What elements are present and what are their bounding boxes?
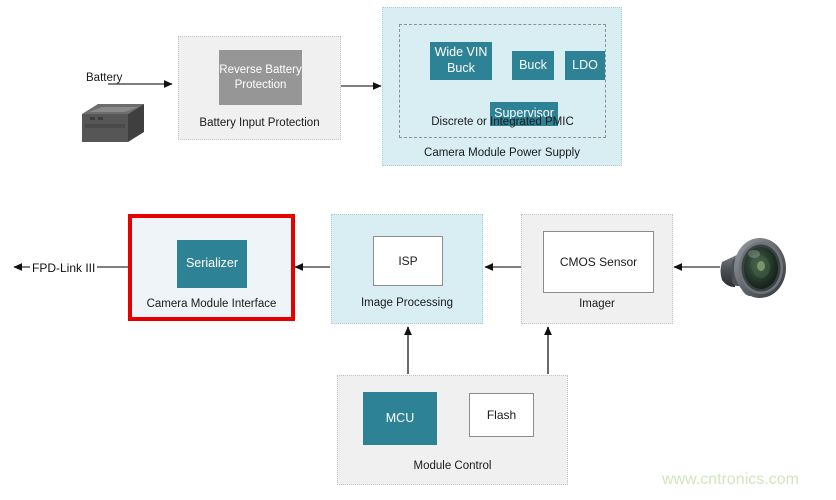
group-imager: CMOS Sensor Imager [521,214,673,324]
group-battery-input-protection-label: Battery Input Protection [199,117,320,129]
fpd-link-output-label: FPD-Link III [30,261,98,275]
site-watermark: www.cntronics.com [662,471,799,488]
block-isp: ISP [373,236,443,286]
group-imager-label: Imager [579,298,615,310]
diagram-canvas: Battery Reverse Battery Protection Batte… [0,0,836,500]
group-camera-module-interface-label: Camera Module Interface [146,298,277,310]
group-camera-module-power-supply-label: Camera Module Power Supply [424,147,580,159]
block-serializer: Serializer [177,240,247,288]
block-cmos-sensor: CMOS Sensor [543,231,654,293]
group-camera-module-interface: Serializer Camera Module Interface [128,214,295,321]
block-serializer-label: Serializer [185,256,239,271]
block-flash-label: Flash [486,408,517,422]
block-buck: Buck [512,51,554,80]
group-battery-input-protection: Reverse Battery Protection Battery Input… [178,36,341,140]
block-buck-label: Buck [519,57,547,72]
group-module-control-label: Module Control [413,460,492,472]
group-image-processing: ISP Image Processing [331,214,483,324]
block-cmos-sensor-label: CMOS Sensor [559,255,638,269]
block-mcu: MCU [363,392,437,445]
block-flash: Flash [469,393,534,437]
group-image-processing-label: Image Processing [360,297,454,309]
block-reverse-battery-protection-label: Reverse Battery Protection [219,63,302,91]
block-wide-vin-buck-label: Wide VIN Buck [434,45,488,75]
group-camera-module-power-supply: Wide VIN Buck Buck LDO Supervisor Discre… [382,7,622,166]
car-battery-icon [82,104,144,142]
camera-lens-icon [720,238,786,298]
block-ldo: LDO [565,51,605,80]
block-isp-label: ISP [398,254,418,268]
battery-source-label: Battery [86,72,123,84]
group-module-control: MCU Flash Module Control [337,375,568,485]
block-ldo-label: LDO [572,57,598,72]
group-pmic-label: Discrete or Integrated PMIC [431,116,574,128]
block-reverse-battery-protection: Reverse Battery Protection [219,50,302,105]
group-discrete-or-integrated-pmic: Wide VIN Buck Buck LDO Supervisor Discre… [399,24,606,138]
block-wide-vin-buck: Wide VIN Buck [430,42,492,80]
block-mcu-label: MCU [385,410,415,425]
